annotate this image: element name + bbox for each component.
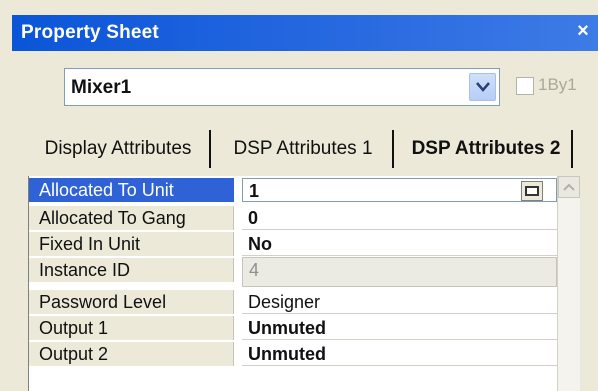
property-row[interactable]: Allocated To Unit 1 <box>29 178 557 202</box>
title-bar[interactable]: Property Sheet × <box>12 15 598 51</box>
chevron-up-icon <box>563 183 575 191</box>
property-name: Output 2 <box>29 342 234 366</box>
property-row[interactable]: Allocated To Gang 0 <box>29 206 557 230</box>
property-value[interactable]: Unmuted <box>242 342 557 366</box>
tab-display-attributes[interactable]: Display Attributes <box>28 128 208 170</box>
property-grid: Allocated To Unit 1 Allocated To Gang 0 … <box>28 176 580 391</box>
tab-divider <box>209 130 211 168</box>
property-value-readonly: 4 <box>242 257 557 287</box>
property-value[interactable]: 0 <box>242 206 557 230</box>
component-selector-value: Mixer1 <box>71 77 132 98</box>
property-value[interactable]: Designer <box>242 290 557 314</box>
scroll-up-button[interactable] <box>558 176 580 198</box>
one-by-one-checkbox[interactable] <box>516 77 534 95</box>
property-value[interactable]: No <box>242 232 557 256</box>
tab-divider <box>571 130 573 168</box>
property-name: Allocated To Gang <box>29 206 234 230</box>
browse-button[interactable] <box>521 181 543 201</box>
window-title: Property Sheet <box>21 22 159 43</box>
ellipsis-icon <box>525 186 539 196</box>
property-name: Allocated To Unit <box>29 178 234 202</box>
property-name: Output 1 <box>29 316 234 340</box>
property-row[interactable]: Output 1 Unmuted <box>29 316 557 340</box>
property-value[interactable]: Unmuted <box>242 316 557 340</box>
property-name: Instance ID <box>29 258 234 282</box>
property-row[interactable]: Output 2 Unmuted <box>29 342 557 366</box>
component-selector[interactable]: Mixer1 <box>64 68 500 106</box>
property-row[interactable]: Password Level Designer <box>29 290 557 314</box>
tab-dsp-attributes-2[interactable]: DSP Attributes 2 <box>402 128 570 170</box>
property-sheet-window: Property Sheet × Mixer1 1By1 Display Att… <box>0 0 598 391</box>
one-by-one-label: 1By1 <box>538 75 577 94</box>
property-row[interactable]: Instance ID 4 <box>29 257 557 287</box>
property-name: Password Level <box>29 290 234 314</box>
attribute-tabs: Display Attributes DSP Attributes 1 DSP … <box>28 128 578 170</box>
dropdown-arrow-button[interactable] <box>469 73 496 101</box>
vertical-scrollbar[interactable] <box>557 176 580 391</box>
close-button[interactable]: × <box>572 20 594 43</box>
chevron-down-icon <box>476 82 490 92</box>
property-value-input[interactable]: 1 <box>242 178 557 202</box>
property-row[interactable]: Fixed In Unit No <box>29 232 557 256</box>
tab-divider <box>392 130 394 168</box>
tab-dsp-attributes-1[interactable]: DSP Attributes 1 <box>218 128 388 170</box>
property-name: Fixed In Unit <box>29 232 234 256</box>
